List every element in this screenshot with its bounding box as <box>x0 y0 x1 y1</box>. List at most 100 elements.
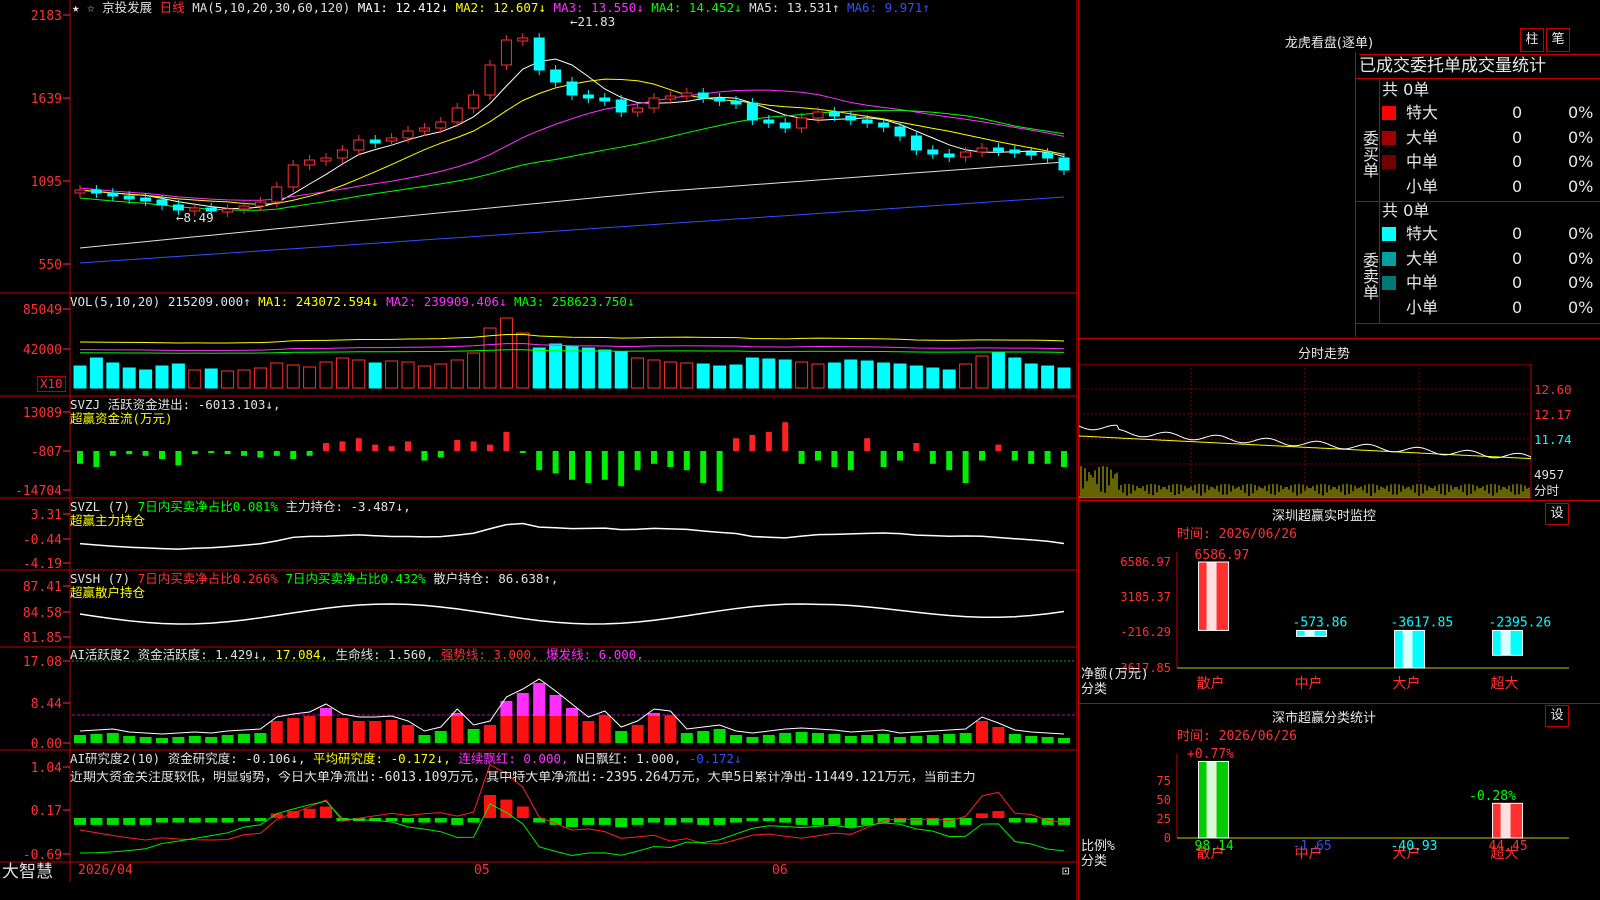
ai1-bar-16 <box>336 718 349 743</box>
ai1-bar-2 <box>106 733 119 743</box>
ma-values: MA1: 12.412↓ MA2: 12.607↓ MA3: 13.550↓ M… <box>358 0 930 15</box>
svzj-bar-35 <box>651 451 657 464</box>
svzj-bar-30 <box>569 451 575 480</box>
vol-bar-54 <box>959 363 973 389</box>
svzj-bar-16 <box>339 441 346 451</box>
ai1-bar-48 <box>861 735 874 743</box>
vol-bar-35 <box>647 359 661 389</box>
ai2-tick-1: 0.17 <box>31 804 62 819</box>
svzj-bar-54 <box>962 451 969 483</box>
order-book-title: 龙虎看盘(逐单) <box>1284 36 1374 51</box>
szc-svg-time-label: 时间: 2026/06/26 <box>1177 729 1297 744</box>
ai2-tick-2: -0.69 <box>23 848 62 863</box>
svzj-bar-4 <box>142 451 149 456</box>
sell-row-0: 特大 0 0% <box>1382 222 1600 246</box>
szc-annotation-1: -0.28% <box>1469 789 1516 804</box>
ai2-bar-34 <box>631 818 644 825</box>
sell-row-1: 大单 0 0% <box>1382 247 1600 271</box>
stock-name[interactable]: 京投发展 <box>102 0 152 15</box>
ai1-bar-3 <box>123 736 136 743</box>
candle-body-30 <box>566 81 578 96</box>
szc-svg-bar-shine-3 <box>1500 803 1511 838</box>
vol-tick-0: 85049 <box>23 303 62 318</box>
buy-row-count-3: 0 <box>1512 176 1523 196</box>
ai1-bar-8 <box>205 737 218 743</box>
ai2-bar-31 <box>582 818 595 825</box>
vol-value: 215209.000↑ <box>167 294 251 309</box>
svzj-tick-1: -807 <box>31 445 62 460</box>
buy-swatch-icon-0 <box>1382 106 1396 120</box>
ai2-bar-42 <box>762 818 775 821</box>
svzj-bar-33 <box>618 451 625 487</box>
price-tick-1: 1639 <box>31 92 62 107</box>
kline-chart-area[interactable]: 2183 1639 1095 550 85049 42000 13089 -807 -14704… <box>0 0 1078 900</box>
buy-row-pct-3: 0% <box>1568 176 1594 196</box>
buy-row-1: 大单 0 0% <box>1382 126 1600 150</box>
vol-bar-25 <box>483 327 497 389</box>
ai2-bar-56 <box>992 811 1005 818</box>
sell-swatch-icon-3 <box>1382 300 1396 315</box>
vol-ma-1: MA1: 243072.594↓ <box>258 294 379 309</box>
ai1-tick-0: 17.08 <box>23 655 62 670</box>
ai1-bar-33 <box>615 731 628 743</box>
candle-body-53 <box>943 153 955 158</box>
ai1-header: AI活跃度2 资金活跃度: 1.429↓, 17.084, 生命线: 1.560… <box>70 648 644 662</box>
tab-pen[interactable]: 笔 <box>1546 28 1570 52</box>
candle-body-31 <box>582 94 594 99</box>
ai2-bar-19 <box>385 818 398 821</box>
sell-row-count-1: 0 <box>1512 248 1523 268</box>
svzj-bar-46 <box>831 451 838 467</box>
ai2-bar-55 <box>976 813 988 818</box>
szc-svg-value-0: 98.14 <box>1195 839 1234 854</box>
price-tick-0: 2183 <box>31 9 62 24</box>
lock-icon[interactable]: ⊡ <box>1062 864 1070 878</box>
candle-body-17 <box>353 139 365 151</box>
svzj-bar-11 <box>257 451 264 458</box>
ai2-bar-27 <box>516 806 529 818</box>
vol-bar-23 <box>450 359 464 389</box>
x-label-jun: 06 <box>772 863 788 878</box>
brand-label: 大智慧 <box>2 862 53 882</box>
ai1-bar-32 <box>598 715 611 743</box>
intraday-chart[interactable] <box>1079 364 1600 500</box>
candle-body-12 <box>271 186 283 203</box>
svsh-header: SVSH (7) 7日内买卖净占比0.266% 7日内买卖净占比0.432% 散… <box>70 572 558 586</box>
buy-swatch-icon-1 <box>1382 130 1396 145</box>
candle-body-41 <box>746 102 758 121</box>
svsh-ratio-1: 7日内买卖净占比0.266% <box>137 571 278 586</box>
svzj-bar-18 <box>372 444 379 451</box>
vol-bar-59 <box>1041 365 1055 389</box>
x-label-may: 05 <box>474 863 490 878</box>
ai2-bar-33 <box>615 818 628 828</box>
ai2-bar-36 <box>664 818 677 825</box>
szm-svg-value-2: -3617.85 <box>1391 615 1454 630</box>
vol-bar-8 <box>204 368 218 389</box>
ai1-bar-45 <box>812 733 824 743</box>
ai2-bar-32 <box>598 818 611 825</box>
svzj-desc: 活跃资金进出: -6013.103↓, <box>107 397 281 412</box>
star-icon[interactable]: ★ ☆ <box>72 0 95 15</box>
vol-bar-32 <box>598 349 612 389</box>
vol-bar-30 <box>565 345 579 389</box>
ai2-bar-22 <box>434 818 447 823</box>
sz-class-chart[interactable]: 时间: 2026/06/267550250比例%分类 散户98.14 中户-1.65… <box>1079 724 1600 900</box>
sz-monitor-chart[interactable]: 时间: 2026/06/26 6586.97 3185.37 -216.29 -3617… <box>1079 522 1600 702</box>
svzj-bar-42 <box>765 431 772 451</box>
szm-svg-ytick-0: 6586.97 <box>1120 555 1171 569</box>
vol-bar-13 <box>286 364 300 389</box>
ai1-base-29 <box>549 716 562 743</box>
svzj-bar-59 <box>1044 451 1051 464</box>
szm-svg-ytick-1: 3185.37 <box>1120 590 1171 604</box>
period-label[interactable]: 日线 <box>160 0 185 15</box>
svzj-bar-20 <box>405 441 411 451</box>
svsh-sub: 超赢散户持仓 <box>70 585 146 600</box>
svsh-line <box>79 603 1065 625</box>
candle-body-1 <box>90 189 102 194</box>
szm-svg-category-2: 大户 <box>1393 675 1421 692</box>
ai1-burst-line: 爆发线: 6.000, <box>546 647 644 662</box>
candle-body-51 <box>910 135 922 151</box>
tab-bar-chart[interactable]: 柱 <box>1520 28 1544 52</box>
ai2-bar-58 <box>1025 818 1038 823</box>
ai1-bar-44 <box>795 732 808 743</box>
ai1-bar-50 <box>894 737 906 743</box>
